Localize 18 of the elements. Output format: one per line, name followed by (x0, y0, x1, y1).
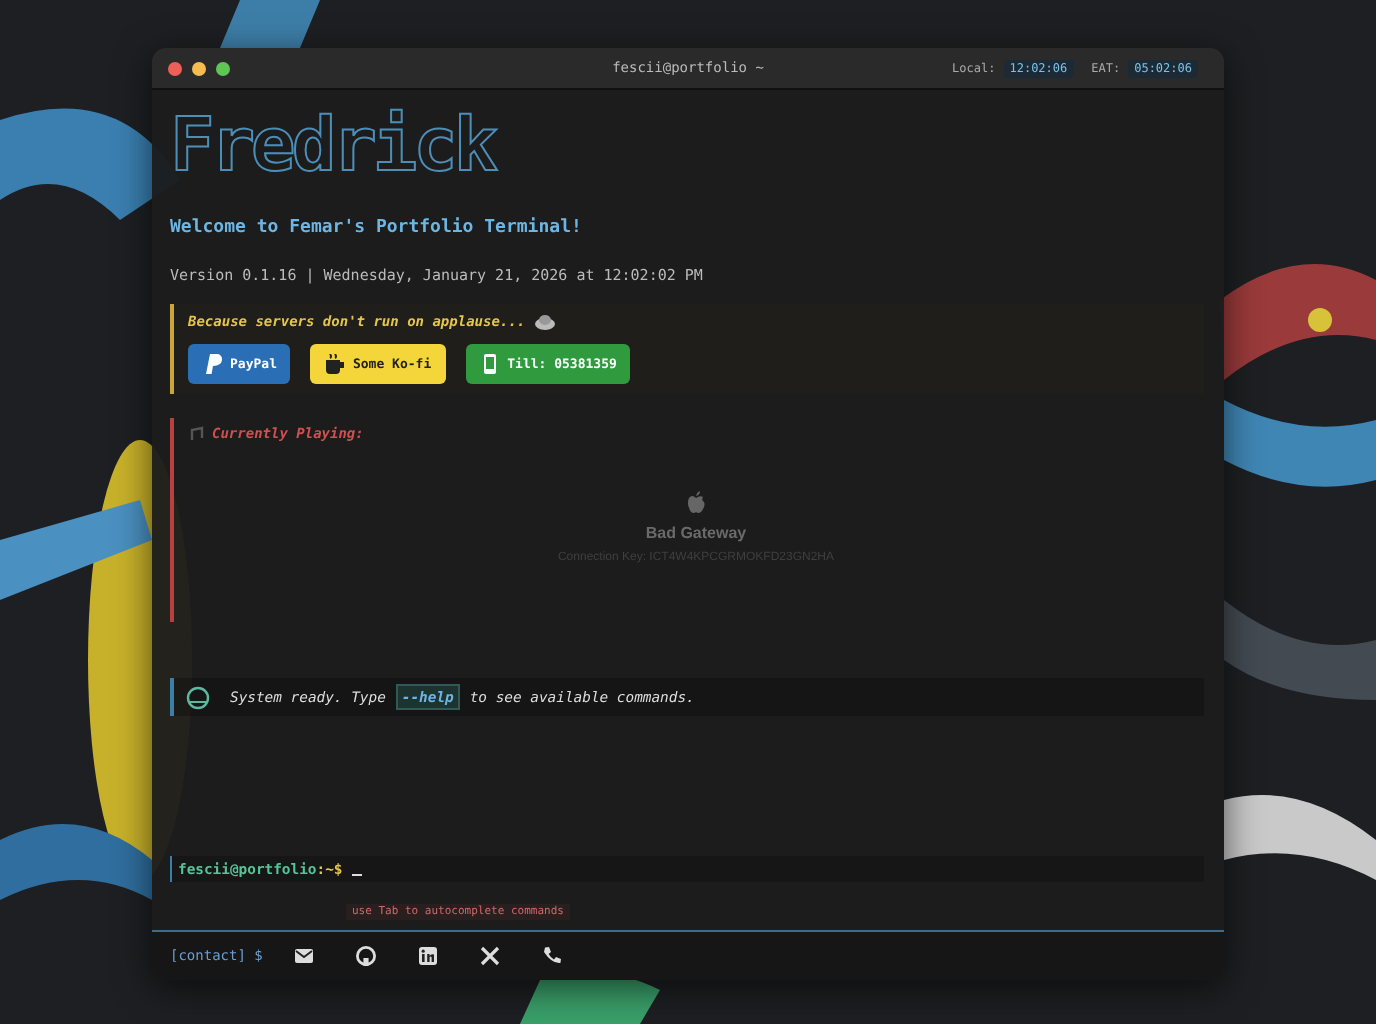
linkedin-icon[interactable] (418, 946, 439, 966)
phone-icon[interactable] (542, 946, 563, 966)
paypal-icon (202, 354, 222, 374)
x-icon[interactable] (480, 946, 501, 966)
welcome-heading: Welcome to Femar's Portfolio Terminal! (170, 218, 584, 238)
minimize-button[interactable] (192, 61, 206, 75)
phone-icon (479, 354, 500, 374)
github-icon[interactable] (356, 946, 377, 966)
cup-icon (324, 354, 345, 374)
mail-icon[interactable] (294, 946, 315, 966)
banner-title: Fredrick (170, 106, 495, 186)
logo-icon (686, 490, 706, 514)
error-message: Bad Gateway (645, 524, 747, 542)
maximize-button[interactable] (216, 61, 230, 75)
close-button[interactable] (168, 61, 182, 75)
text-cursor (352, 874, 363, 876)
status-ring-icon (186, 685, 210, 709)
cloud-icon (533, 314, 556, 330)
